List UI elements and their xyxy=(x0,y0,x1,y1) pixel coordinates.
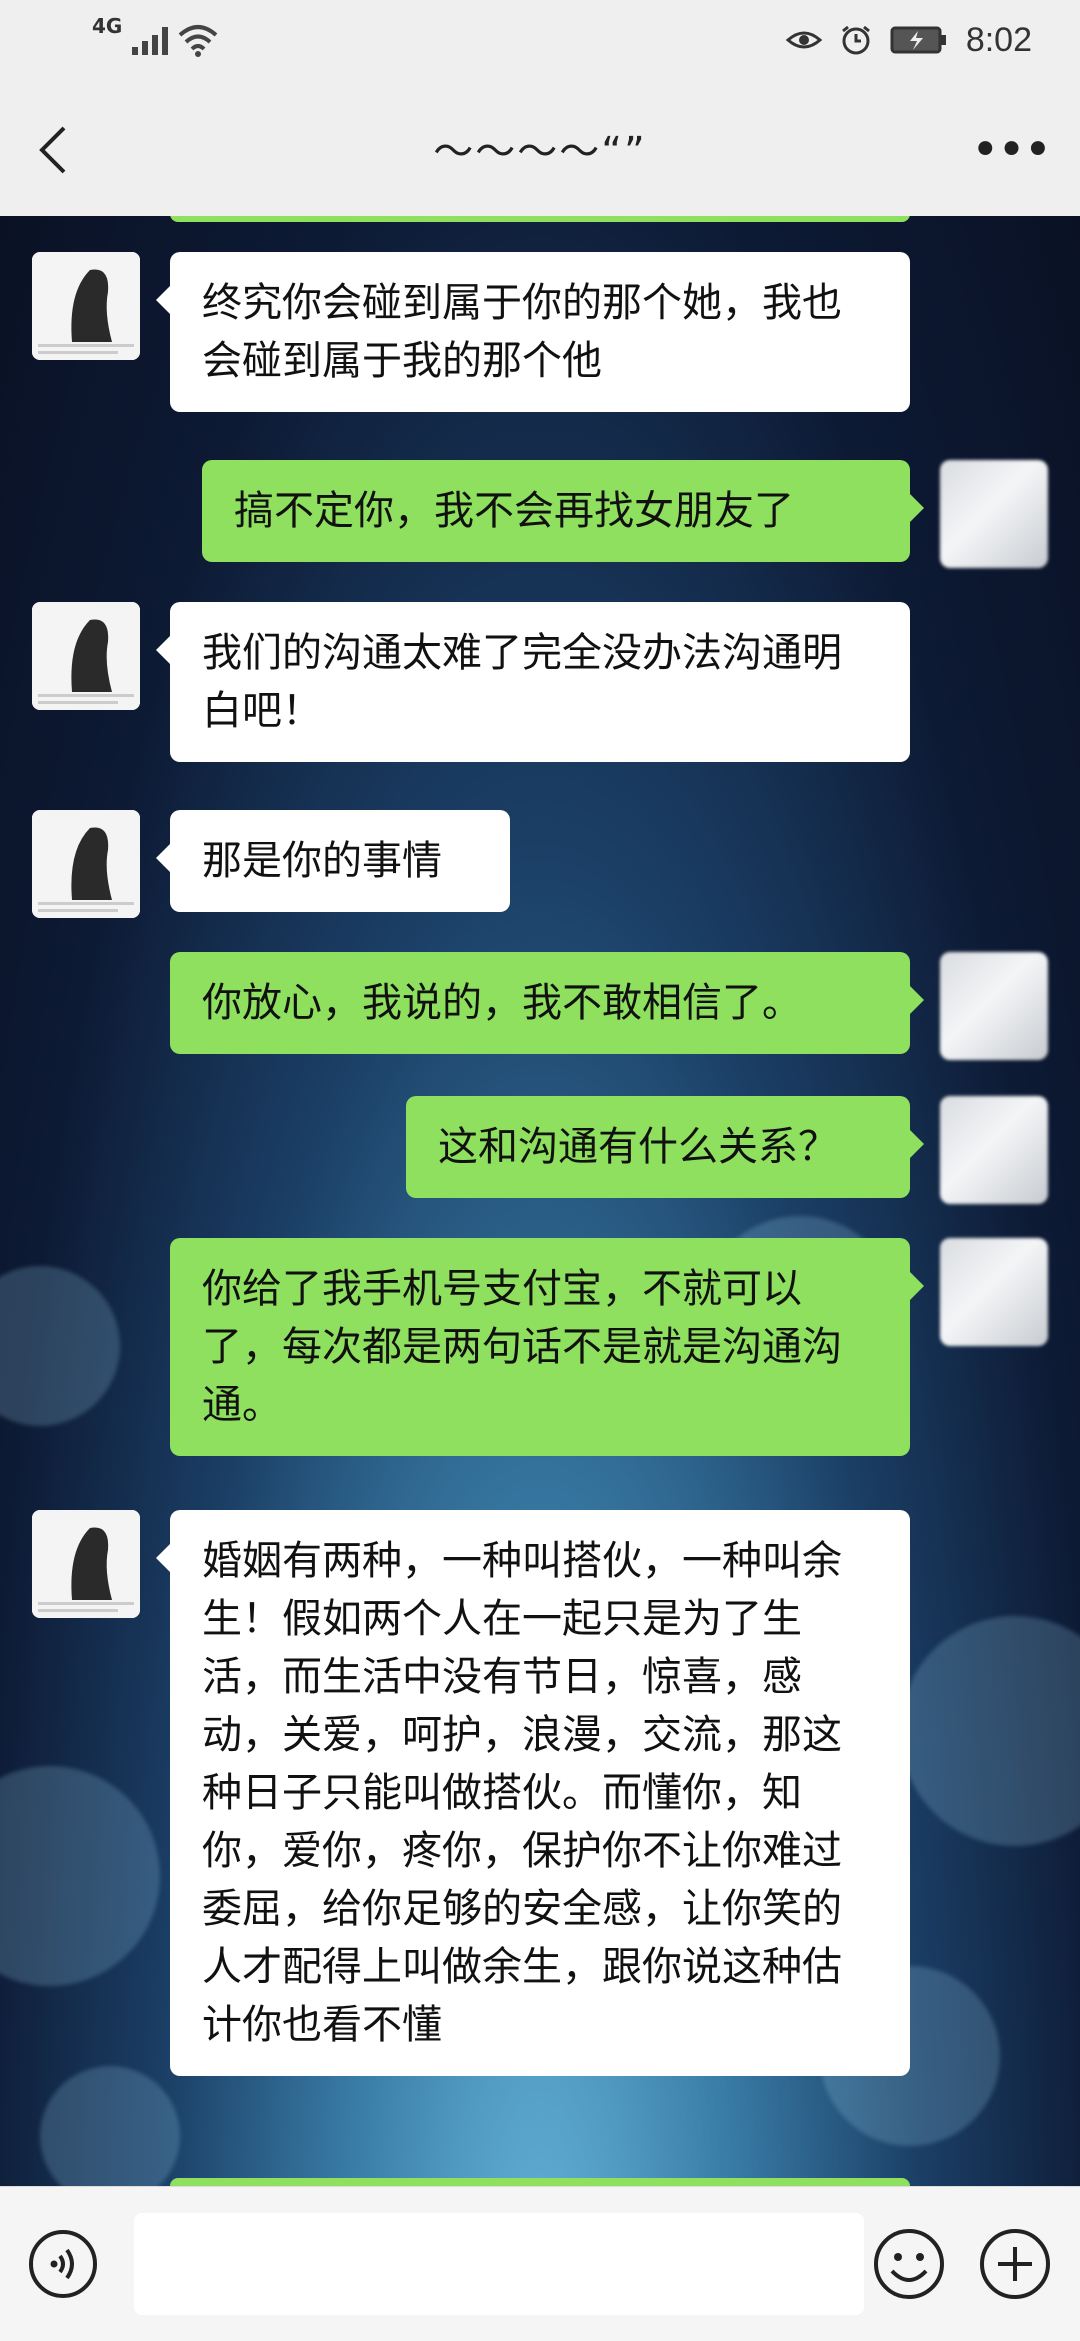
message-text: 你给了我手机号支付宝，不就可以了，每次都是两句话不是就是沟通沟通。 xyxy=(202,1266,842,1428)
contact-avatar[interactable] xyxy=(32,252,140,360)
contact-avatar[interactable] xyxy=(32,602,140,710)
chat-area[interactable]: 终究你会碰到属于你的那个她，我也会碰到属于我的那个他 搞不定你，我不会再找女朋友… xyxy=(0,216,1080,2186)
status-bar: 4G 8:02 xyxy=(0,0,1080,80)
status-left: 4G xyxy=(92,14,218,57)
message-bubble-incoming[interactable]: 终究你会碰到属于你的那个她，我也会碰到属于我的那个他 xyxy=(156,252,910,412)
user-avatar[interactable] xyxy=(940,1096,1048,1204)
emoji-icon[interactable] xyxy=(872,2227,946,2301)
message-bubble-outgoing[interactable]: 你放心，我说的，我不敢相信了。 xyxy=(170,952,924,1054)
status-right: 8:02 xyxy=(785,20,1032,60)
user-avatar[interactable] xyxy=(940,952,1048,1060)
alarm-icon xyxy=(841,25,870,55)
message-bubble-incoming[interactable]: 我们的沟通太难了完全没办法沟通明白吧！ xyxy=(156,602,910,762)
message-bubble-incoming[interactable]: 那是你的事情 xyxy=(156,810,510,912)
message-bubble-outgoing[interactable]: 搞不定你，我不会再找女朋友了 xyxy=(202,460,924,562)
clock: 8:02 xyxy=(965,20,1032,59)
input-bar xyxy=(0,2186,1080,2341)
network-type: 4G xyxy=(92,14,123,38)
contact-avatar[interactable] xyxy=(32,810,140,918)
message-text: 我们的沟通太难了完全没办法沟通明白吧！ xyxy=(202,630,842,734)
message-text: 那是你的事情 xyxy=(202,838,442,884)
message-text: 终究你会碰到属于你的那个她，我也会碰到属于我的那个他 xyxy=(202,280,842,384)
user-avatar[interactable] xyxy=(940,460,1048,568)
message-text: 搞不定你，我不会再找女朋友了 xyxy=(234,488,794,534)
message-bubble-outgoing[interactable]: 这和沟通有什么关系？ xyxy=(406,1096,924,1198)
voice-icon[interactable] xyxy=(28,2229,98,2299)
user-avatar[interactable] xyxy=(940,1238,1048,1346)
chevron-left-icon[interactable] xyxy=(30,120,80,180)
message-text: 婚姻有两种，一种叫搭伙，一种叫余生！假如两个人在一起只是为了生活，而生活中没有节… xyxy=(202,1538,842,2048)
battery-charging-icon xyxy=(890,26,946,54)
nav-bar: ～～～～“” ••• xyxy=(0,80,1080,216)
eye-icon xyxy=(785,31,822,49)
plus-icon[interactable] xyxy=(978,2227,1052,2301)
message-input[interactable] xyxy=(134,2213,864,2315)
chat-title: ～～～～“” xyxy=(433,129,647,175)
message-text: 你放心，我说的，我不敢相信了。 xyxy=(202,980,802,1026)
more-icon[interactable]: ••• xyxy=(971,122,1052,178)
signal-icon xyxy=(132,25,169,55)
contact-avatar[interactable] xyxy=(32,1510,140,1618)
wifi-icon xyxy=(179,25,218,57)
message-text: 这和沟通有什么关系？ xyxy=(438,1124,838,1170)
message-bubble-outgoing[interactable]: 你给了我手机号支付宝，不就可以了，每次都是两句话不是就是沟通沟通。 xyxy=(170,1238,924,1456)
message-bubble-incoming[interactable]: 婚姻有两种，一种叫搭伙，一种叫余生！假如两个人在一起只是为了生活，而生活中没有节… xyxy=(156,1510,910,2076)
